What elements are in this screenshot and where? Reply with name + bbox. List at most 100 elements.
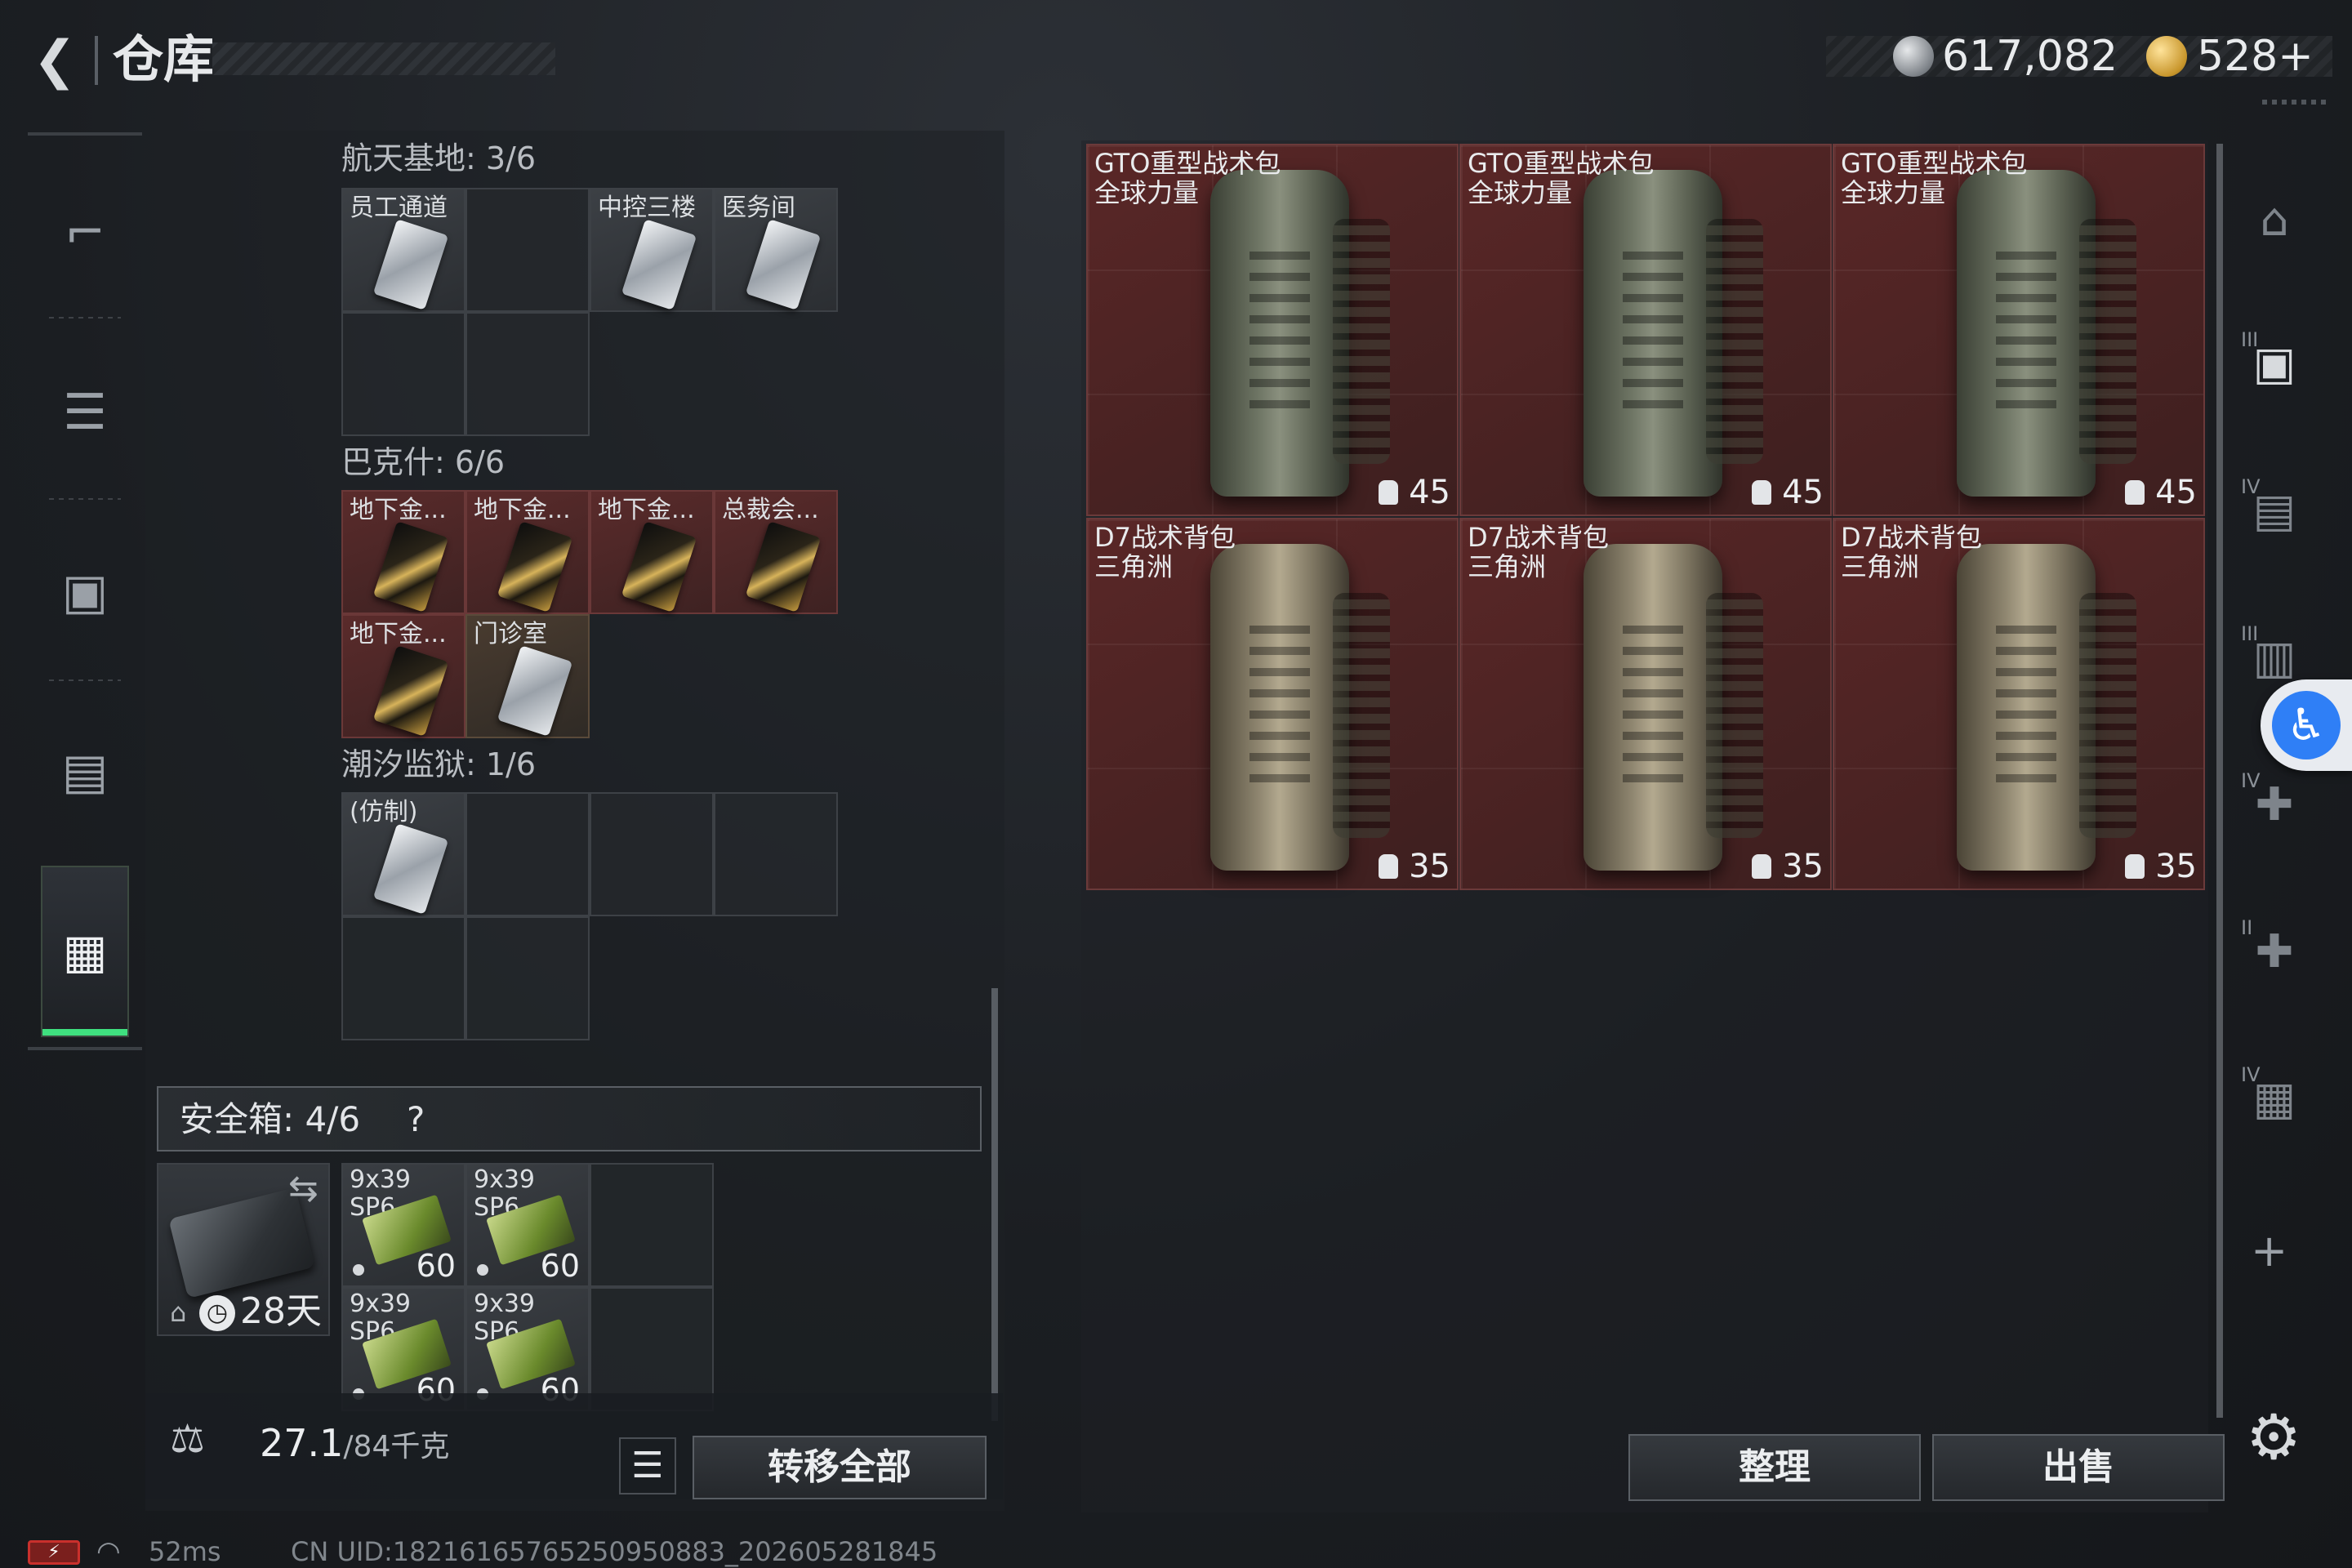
capacity-icon	[1379, 480, 1398, 505]
side-pouch	[2079, 593, 2136, 838]
backpack-item[interactable]: D7战术背包 三角洲 35	[1459, 518, 1832, 890]
key-slot[interactable]: 员工通道	[341, 188, 466, 312]
ammo-slot[interactable]: 9x39 SP6 60	[466, 1163, 590, 1287]
safe-box-count: 4/6	[305, 1099, 361, 1139]
backpack-image	[1957, 544, 2136, 871]
nav-armor[interactable]: ☰	[28, 327, 142, 498]
key-slot[interactable]: 门诊室	[466, 614, 590, 738]
top-bar: ❮ 仓库 617,082 528+	[0, 0, 2352, 122]
warehouse-screen: ❮ 仓库 617,082 528+ ⌐ ☰ ▣ ▤ ▦ 航天基地: 3/6 员工…	[0, 0, 2352, 1568]
ammo-count: 60	[416, 1248, 456, 1284]
nav-separator	[49, 679, 121, 681]
silver-amount: 617,082	[1942, 32, 2118, 81]
key-slot[interactable]: 地下金...	[341, 614, 466, 738]
safe-box-header: 安全箱: 4/6 ?	[157, 1086, 982, 1152]
backpack-image	[1584, 544, 1763, 871]
key-slot[interactable]: 总裁会...	[714, 490, 838, 614]
backpack-image	[1957, 170, 2136, 497]
backpack-capacity: 45	[2155, 474, 2197, 511]
empty-slot[interactable]	[590, 1163, 714, 1287]
rifle-icon: ⌐	[64, 204, 106, 261]
silver-coin-icon	[1893, 36, 1934, 77]
gold-plus[interactable]: +	[2278, 32, 2314, 81]
key-label: 总裁会...	[722, 496, 819, 524]
gold-coin-icon	[2146, 36, 2187, 77]
weight-icon: ⚖	[170, 1416, 206, 1462]
empty-slot[interactable]	[341, 916, 466, 1040]
nav-keys-active[interactable]: ▦	[41, 866, 129, 1037]
help-icon[interactable]: ?	[407, 1094, 425, 1145]
backpack-item[interactable]: D7战术背包 三角洲 35	[1833, 518, 2205, 890]
sort-button[interactable]: 整理	[1628, 1434, 1921, 1501]
nav-weapons[interactable]: ⌐	[28, 147, 142, 318]
key-slot[interactable]: (仿制)	[341, 792, 466, 916]
nav-cases[interactable]: ▤	[28, 686, 142, 858]
transfer-all-button[interactable]: 转移全部	[693, 1436, 987, 1499]
key-slot[interactable]: 医务间	[714, 188, 838, 312]
gear-icon[interactable]: ⚙	[2246, 1405, 2301, 1470]
key-label: 员工通道	[350, 194, 448, 222]
empty-slot[interactable]	[714, 792, 838, 916]
gold-amount[interactable]: 528+	[2197, 28, 2314, 85]
backpack-capacity: 45	[1782, 474, 1824, 511]
empty-slot[interactable]	[466, 188, 590, 312]
key-slot[interactable]: 地下金...	[590, 490, 714, 614]
backpack-name: GTO重型战术包 全球力量	[1094, 148, 1281, 208]
left-scrollbar[interactable]	[991, 988, 998, 1421]
capacity-icon	[1752, 480, 1771, 505]
ping-readout: 52ms	[149, 1536, 221, 1567]
back-arrow-icon[interactable]: ❮	[24, 29, 85, 91]
capacity-icon	[2125, 480, 2145, 505]
gold-card-icon	[372, 645, 449, 737]
swap-icon[interactable]: ⇆	[288, 1168, 318, 1209]
gold-amount-value: 528	[2197, 32, 2278, 81]
medkit-tier-4-icon[interactable]: IV ✚	[2238, 768, 2311, 841]
strap	[1250, 626, 1310, 789]
backpack-name: D7战术背包 三角洲	[1468, 522, 1610, 582]
list-view-button[interactable]: ☰	[619, 1437, 676, 1494]
key-slot[interactable]: 中控三楼	[590, 188, 714, 312]
key-slot[interactable]: 地下金...	[341, 490, 466, 614]
empty-slot[interactable]	[466, 916, 590, 1040]
case-tier-3-icon[interactable]: III ▣	[2238, 327, 2311, 400]
backpack-image	[1210, 544, 1390, 871]
medkit-tier-2-icon[interactable]: II ✚	[2238, 915, 2311, 988]
tier-label: II	[2241, 916, 2253, 939]
backpack-item[interactable]: D7战术背包 三角洲 35	[1086, 518, 1459, 890]
sell-button[interactable]: 出售	[1932, 1434, 2225, 1501]
safe-box-label: 安全箱: 4/6	[180, 1094, 360, 1145]
backpack-item[interactable]: GTO重型战术包 全球力量 45	[1459, 144, 1869, 516]
case-tier-4-icon[interactable]: IV ▦	[2238, 1062, 2311, 1135]
vest-icon: ☰	[63, 384, 107, 441]
empty-slot[interactable]	[590, 792, 714, 916]
safe-box-item[interactable]: ⇆ ⌂ ◷ 28天	[157, 1163, 330, 1336]
safe-box-title: 安全箱:	[180, 1099, 295, 1139]
right-scrollbar[interactable]	[2216, 144, 2223, 1418]
key-label: 地下金...	[598, 496, 695, 524]
access-card-icon	[745, 219, 822, 310]
nav-backpacks[interactable]: ▣	[28, 506, 142, 678]
strap	[1250, 252, 1310, 415]
battery-icon: ⚡	[28, 1540, 80, 1565]
empty-slot[interactable]	[466, 792, 590, 916]
side-pouch	[1706, 219, 1763, 464]
tier-label: IV	[2241, 1063, 2261, 1086]
helmet-icon[interactable]: ⌂	[2238, 183, 2311, 256]
backpack-image	[1584, 170, 1763, 497]
empty-slot[interactable]	[466, 312, 590, 436]
tier-label: III	[2241, 622, 2259, 645]
wifi-icon: ◠	[96, 1535, 121, 1568]
key-slot[interactable]: 地下金...	[466, 490, 590, 614]
empty-slot[interactable]	[341, 312, 466, 436]
backpack-item[interactable]: GTO重型战术包 全球力量 45	[1833, 144, 2205, 516]
accessibility-button[interactable]: ♿	[2261, 679, 2352, 771]
active-indicator	[42, 1029, 127, 1036]
case-tier-4-icon[interactable]: IV ▤	[2238, 474, 2311, 547]
side-pouch	[1333, 593, 1390, 838]
add-storage-button[interactable]: +	[2251, 1225, 2287, 1276]
ammo-slot[interactable]: 9x39 SP6 60	[341, 1163, 466, 1287]
safe-box-duration: 28天	[240, 1290, 322, 1332]
group-label-bakhsh: 巴克什: 6/6	[341, 444, 506, 480]
backpack-icon: ▣	[61, 564, 109, 621]
backpack-item[interactable]: GTO重型战术包 全球力量 45	[1086, 144, 1459, 516]
